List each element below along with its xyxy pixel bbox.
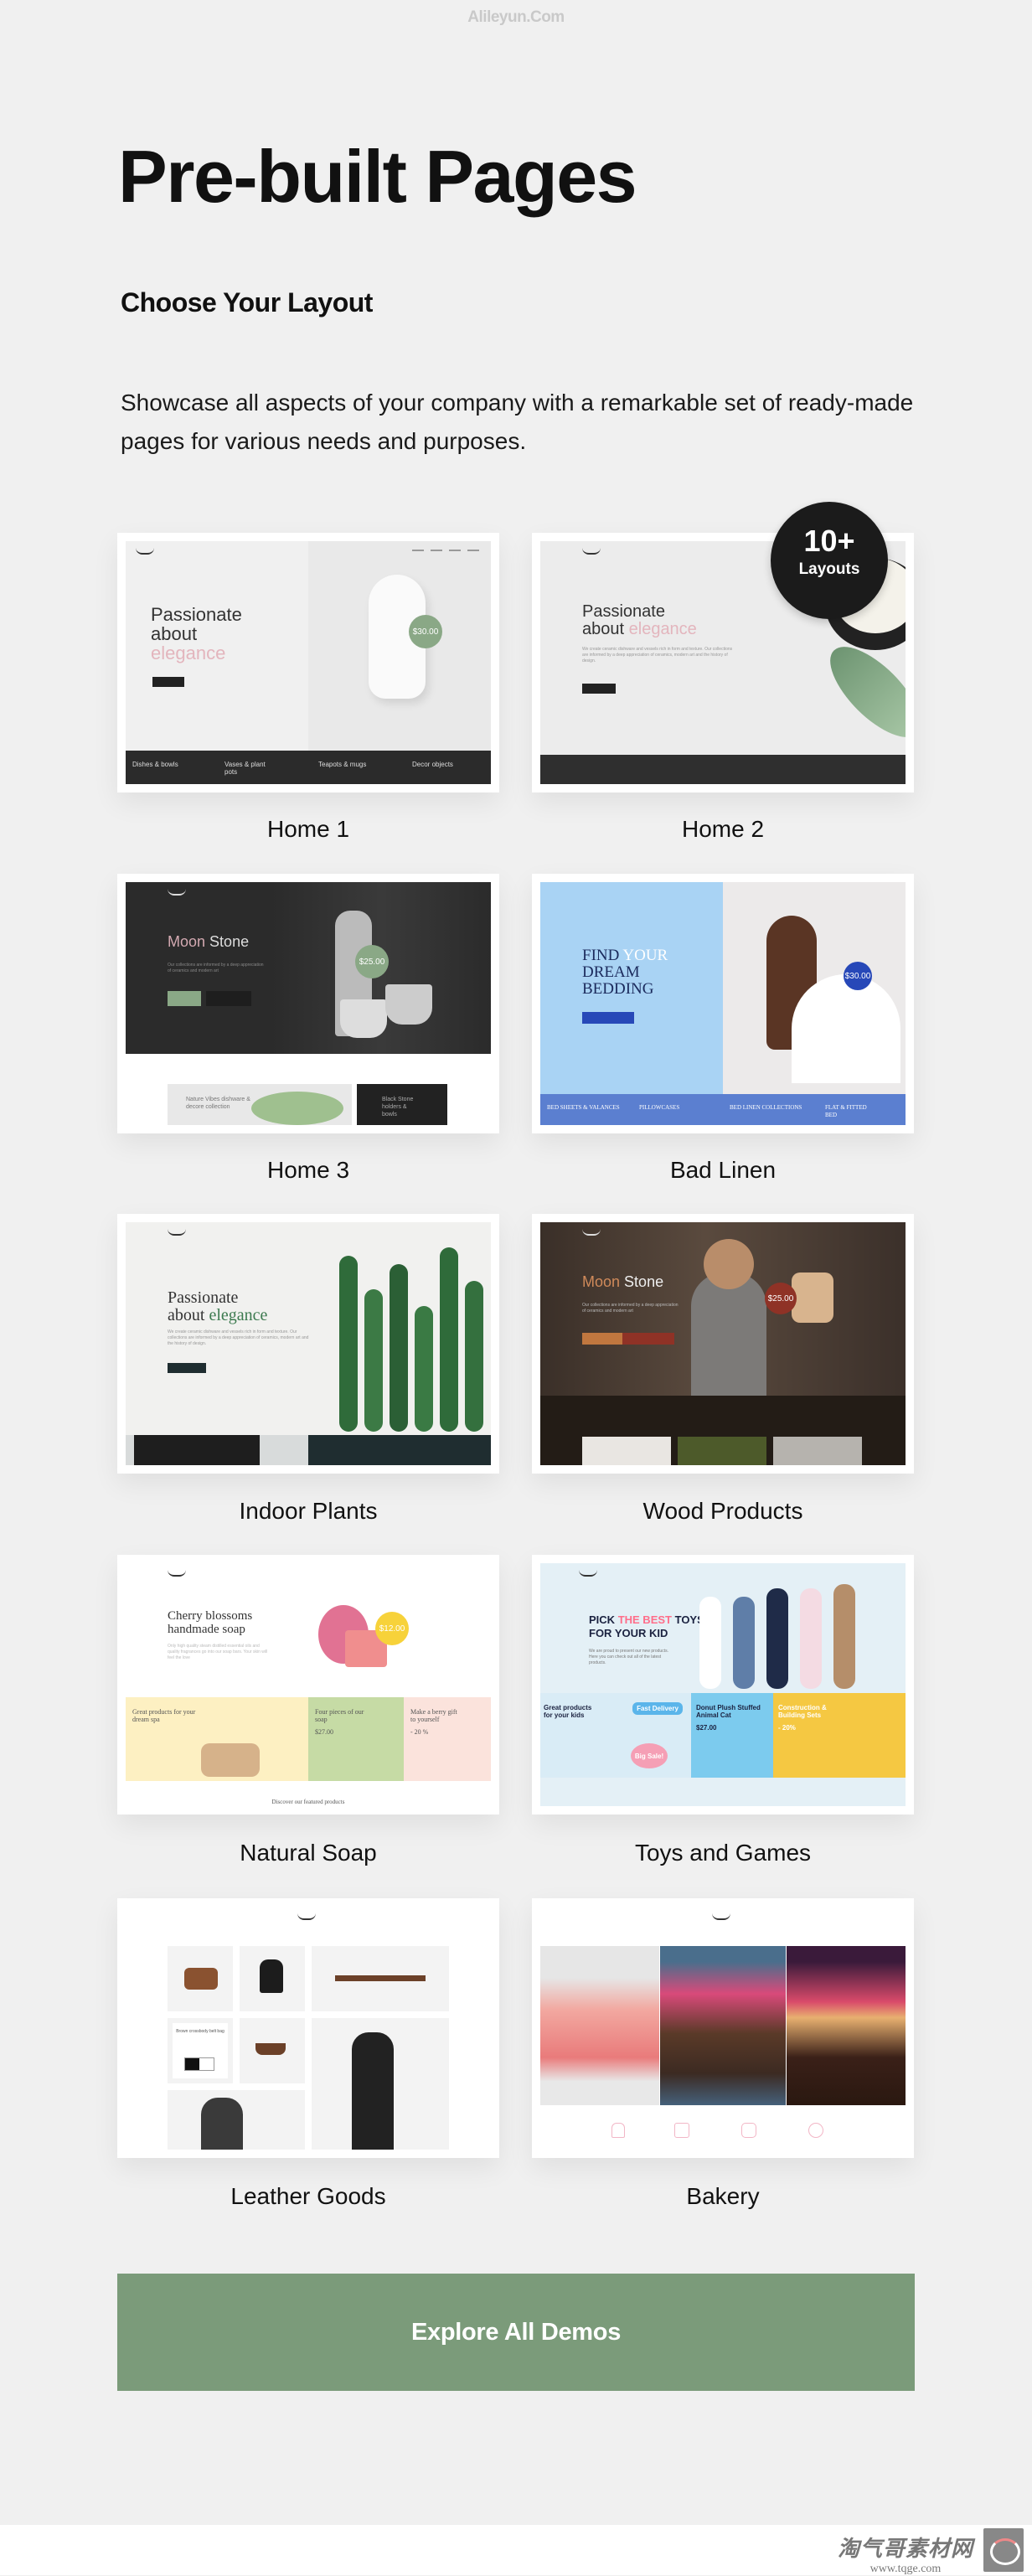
page-title: Pre-built Pages — [118, 135, 637, 218]
section-subtitle: Choose Your Layout — [121, 287, 373, 317]
layouts-count-badge: 10+ Layouts — [771, 502, 888, 619]
thumbnail-leather-goods: Brown crossbody belt bag — [126, 1907, 491, 2150]
demo-label[interactable]: Home 2 — [532, 816, 914, 843]
footer-logo: 淘气哥素材网 www.tqge.com — [837, 2536, 973, 2575]
explore-all-demos-button[interactable]: Explore All Demos — [117, 2274, 915, 2391]
description: Showcase all aspects of your company wit… — [121, 390, 914, 454]
demo-label[interactable]: Wood Products — [532, 1498, 914, 1525]
demo-label[interactable]: Natural Soap — [117, 1840, 499, 1866]
thumbnail-natural-soap: Cherry blossoms handmade soap Only high q… — [126, 1563, 491, 1806]
demo-card-home-3[interactable]: Moon Stone Our collections are informed … — [117, 874, 499, 1133]
watermark: Alileyun.Com — [467, 8, 565, 26]
demo-label[interactable]: Home 1 — [117, 816, 499, 843]
glasses-mascot-icon — [983, 2528, 1024, 2572]
demo-label[interactable]: Indoor Plants — [117, 1498, 499, 1525]
demo-card-bad-linen[interactable]: FIND YOUR DREAM BEDDING $30.00 BED SHEETS… — [532, 874, 914, 1133]
demo-label[interactable]: Bad Linen — [532, 1157, 914, 1184]
demo-card-natural-soap[interactable]: Cherry blossoms handmade soap Only high q… — [117, 1555, 499, 1815]
demo-card-home-1[interactable]: Passionate about elegance $30.00 Dishes & … — [117, 533, 499, 792]
footer-bar: 淘气哥素材网 www.tqge.com — [0, 2525, 1032, 2575]
demo-card-leather-goods[interactable]: Brown crossbody belt bag — [117, 1898, 499, 2158]
demo-card-wood-products[interactable]: Moon Stone Our collections are informed … — [532, 1214, 914, 1474]
thumbnail-bakery — [540, 1907, 906, 2150]
thumbnail-bad-linen: FIND YOUR DREAM BEDDING $30.00 BED SHEETS… — [540, 882, 906, 1125]
thumbnail-indoor-plants: Passionate about elegance We create ceram… — [126, 1222, 491, 1465]
thumbnail-home-3: Moon Stone Our collections are informed … — [126, 882, 491, 1125]
demo-card-indoor-plants[interactable]: Passionate about elegance We create ceram… — [117, 1214, 499, 1474]
demo-card-bakery[interactable] — [532, 1898, 914, 2158]
demo-label[interactable]: Leather Goods — [117, 2183, 499, 2210]
thumbnail-home-1: Passionate about elegance $30.00 Dishes & … — [126, 541, 491, 784]
thumbnail-wood-products: Moon Stone Our collections are informed … — [540, 1222, 906, 1465]
demo-label[interactable]: Toys and Games — [532, 1840, 914, 1866]
demo-label[interactable]: Bakery — [532, 2183, 914, 2210]
demo-label[interactable]: Home 3 — [117, 1157, 499, 1184]
thumbnail-toys-and-games: PICK THE BEST TOYS FOR YOUR KID We are pr… — [540, 1563, 906, 1806]
demo-card-toys-and-games[interactable]: PICK THE BEST TOYS FOR YOUR KID We are pr… — [532, 1555, 914, 1815]
